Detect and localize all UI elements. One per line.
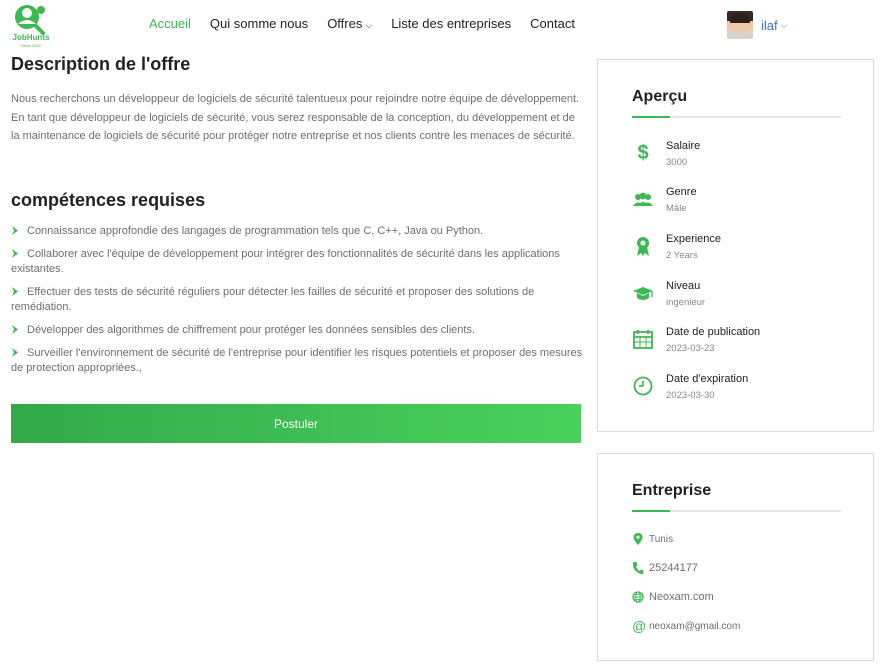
- description-title: Description de l'offre: [11, 54, 191, 74]
- calendar-icon: [632, 328, 654, 350]
- overview-item-publication: Date de publication 2023-03-23: [632, 326, 852, 362]
- overview-item-salaire: $ Salaire 3000: [632, 140, 852, 176]
- overview-value: 3000: [666, 157, 688, 168]
- brand-name: JobHunts: [12, 33, 50, 42]
- overview-item-expiration: Date d'expiration 2023-03-30: [632, 373, 852, 409]
- nav-item-offres[interactable]: Offres ⌵: [327, 16, 372, 31]
- user-menu[interactable]: ilaf ⌵: [727, 11, 787, 39]
- divider: [632, 510, 841, 512]
- company-email[interactable]: @ neoxam@gmail.com: [632, 617, 852, 635]
- company-phone: 25244177: [632, 559, 852, 577]
- list-item: Développer des algorithmes de chiffremen…: [11, 323, 586, 338]
- brand-logo[interactable]: JobHunts Since 2022: [10, 2, 52, 48]
- overview-item-genre: Genre Mâle: [632, 186, 852, 222]
- chevron-right-icon: [12, 226, 18, 235]
- skill-text: Connaissance approfondie des langages de…: [27, 225, 484, 237]
- nav-item-offres-label: Offres: [327, 16, 363, 31]
- nav-item-qui-somme-nous[interactable]: Qui somme nous: [210, 16, 308, 31]
- overview-value: 2023-03-23: [666, 343, 715, 354]
- skills-list: Connaissance approfondie des langages de…: [11, 224, 586, 384]
- chevron-down-icon: ⌵: [780, 19, 788, 30]
- skill-text: Surveiller l'environnement de sécurité d…: [11, 347, 583, 374]
- chevron-down-icon: ⌵: [365, 20, 373, 30]
- company-location-text: Tunis: [649, 533, 674, 545]
- skill-text: Développer des algorithmes de chiffremen…: [27, 324, 475, 336]
- users-icon: [632, 188, 654, 210]
- header: JobHunts Since 2022 Accueil Qui somme no…: [0, 0, 896, 50]
- company-card: Entreprise Tunis 25244177 Neoxam.com @ n…: [597, 453, 874, 661]
- divider: [632, 116, 841, 118]
- chevron-right-icon: [12, 249, 18, 258]
- overview-label: Niveau: [666, 280, 701, 292]
- overview-label: Date de publication: [666, 326, 761, 338]
- apply-button[interactable]: Postuler: [11, 404, 581, 443]
- user-name: ilaf: [761, 17, 778, 33]
- chevron-right-icon: [12, 348, 18, 357]
- list-item: Surveiller l'environnement de sécurité d…: [11, 346, 586, 376]
- nav-item-accueil[interactable]: Accueil: [149, 16, 191, 31]
- award-icon: [632, 235, 654, 257]
- overview-value: 2 Years: [666, 250, 698, 261]
- overview-label: Experience: [666, 233, 722, 245]
- overview-title: Aperçu: [632, 88, 688, 105]
- skills-title: compétences requises: [11, 190, 206, 210]
- overview-item-experience: Experience 2 Years: [632, 233, 852, 269]
- list-item: Connaissance approfondie des langages de…: [11, 224, 586, 239]
- graduation-cap-icon: [632, 282, 654, 304]
- skill-text: Effectuer des tests de sécurité régulier…: [11, 286, 535, 313]
- company-email-text: neoxam@gmail.com: [649, 620, 741, 632]
- clock-icon: [632, 375, 654, 397]
- overview-label: Date d'expiration: [666, 373, 749, 385]
- company-title: Entreprise: [632, 482, 712, 499]
- map-pin-icon: [632, 532, 644, 546]
- chevron-right-icon: [12, 325, 18, 334]
- company-website[interactable]: Neoxam.com: [632, 588, 852, 606]
- logo-icon: [15, 5, 45, 35]
- overview-item-niveau: Niveau ingenieur: [632, 280, 852, 316]
- skill-text: Collaborer avec l'équipe de développemen…: [11, 248, 560, 275]
- overview-card: Aperçu $ Salaire 3000 Genre Mâle Experie…: [597, 59, 874, 432]
- description-text: Nous recherchons un développeur de logic…: [11, 93, 580, 142]
- globe-icon: [632, 590, 644, 604]
- overview-value: Mâle: [666, 203, 687, 214]
- list-item: Effectuer des tests de sécurité régulier…: [11, 285, 586, 315]
- phone-icon: [632, 561, 644, 575]
- avatar: [727, 11, 753, 39]
- dollar-icon: $: [637, 142, 649, 164]
- overview-label: Genre: [666, 186, 697, 198]
- nav-item-liste-entreprises[interactable]: Liste des entreprises: [391, 16, 511, 31]
- overview-label: Salaire: [666, 140, 701, 152]
- chevron-right-icon: [12, 287, 18, 296]
- list-item: Collaborer avec l'équipe de développemen…: [11, 247, 586, 277]
- overview-value: 2023-03-30: [666, 390, 715, 401]
- nav-item-contact[interactable]: Contact: [530, 16, 575, 31]
- company-phone-text: 25244177: [649, 562, 698, 574]
- company-website-text: Neoxam.com: [649, 591, 714, 603]
- at-sign-icon: @: [632, 618, 647, 634]
- main-nav: Accueil Qui somme nous Offres ⌵ Liste des…: [149, 16, 594, 31]
- brand-tagline: Since 2022: [20, 43, 41, 48]
- company-location: Tunis: [632, 530, 852, 548]
- overview-value: ingenieur: [666, 297, 706, 308]
